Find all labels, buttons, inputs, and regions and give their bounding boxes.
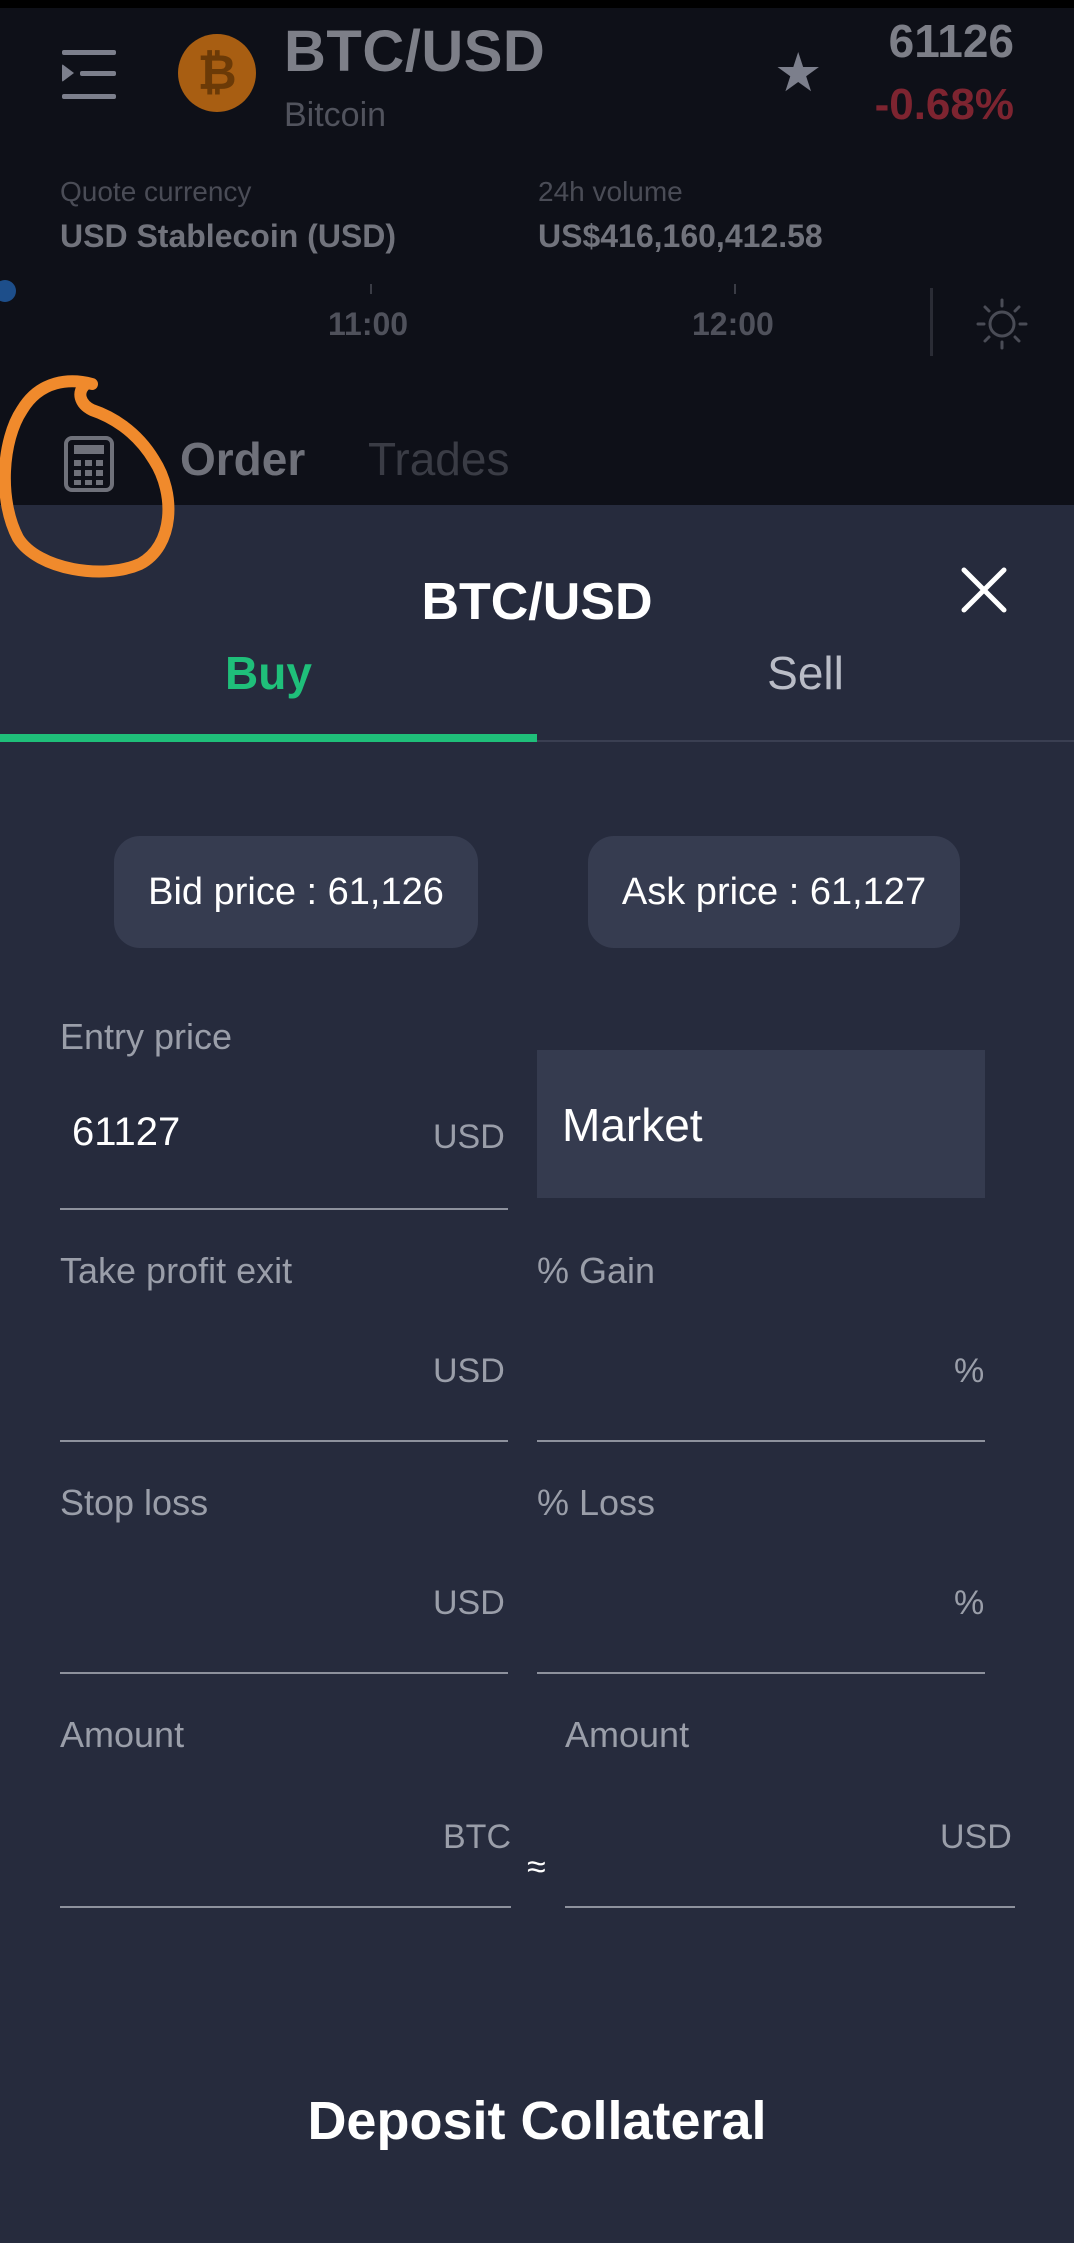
chart-time-label: 11:00: [328, 306, 409, 342]
price-change: -0.68%: [874, 80, 1014, 129]
close-icon[interactable]: [956, 562, 1012, 618]
gain-label: % Gain: [537, 1250, 656, 1291]
loss-unit: %: [954, 1584, 985, 1622]
stop-loss-unit: USD: [433, 1584, 505, 1622]
deposit-collateral-button[interactable]: Deposit Collateral: [0, 2090, 1074, 2152]
entry-price-unit: USD: [433, 1118, 505, 1156]
chart-time-label: 12:00: [692, 306, 774, 342]
chart-divider: [930, 288, 933, 356]
coin-name: Bitcoin: [284, 96, 387, 134]
tab-buy[interactable]: Buy: [0, 646, 537, 700]
take-profit-input[interactable]: [60, 1440, 508, 1442]
loss-label: % Loss: [537, 1482, 656, 1523]
gain-input[interactable]: [537, 1440, 985, 1442]
entry-price-underline: [60, 1208, 508, 1210]
amount-usd-label: Amount: [565, 1714, 690, 1755]
annotation-circle: [0, 375, 175, 578]
status-strip: [0, 0, 1074, 8]
bitcoin-logo-icon: ₿: [178, 34, 256, 112]
quote-currency-value: USD Stablecoin (USD): [60, 218, 397, 254]
tab-trades[interactable]: Trades: [368, 432, 509, 486]
amount-btc-unit: BTC: [443, 1818, 511, 1856]
stop-loss-label: Stop loss: [60, 1482, 209, 1523]
amount-usd-input[interactable]: [565, 1906, 1015, 1908]
amount-usd-unit: USD: [940, 1818, 1012, 1856]
order-sheet: [0, 505, 1074, 2243]
favorite-star-icon[interactable]: ★: [774, 46, 828, 100]
amount-btc-input[interactable]: [60, 1906, 511, 1908]
chart-tick: [370, 284, 372, 294]
stop-loss-input[interactable]: [60, 1672, 508, 1674]
entry-price-label: Entry price: [60, 1016, 233, 1057]
loss-input[interactable]: [537, 1672, 985, 1674]
take-profit-label: Take profit exit: [60, 1250, 293, 1291]
menu-icon[interactable]: [62, 44, 118, 104]
take-profit-unit: USD: [433, 1352, 505, 1390]
order-type-value[interactable]: Market: [562, 1098, 703, 1152]
tab-order[interactable]: Order: [180, 432, 305, 486]
last-price: 61126: [888, 15, 1014, 67]
tab-sell[interactable]: Sell: [537, 646, 1074, 700]
gain-unit: %: [954, 1352, 985, 1390]
amount-btc-label: Amount: [60, 1714, 185, 1755]
ask-price-badge[interactable]: Ask price : 61,127: [588, 836, 960, 948]
tab-divider: [537, 740, 1074, 742]
volume-value: US$416,160,412.58: [538, 218, 823, 254]
pair-title: BTC/USD: [284, 19, 546, 84]
theme-sun-icon[interactable]: [976, 298, 1028, 350]
chart-tick: [734, 284, 736, 294]
approx-symbol: ≈: [527, 1848, 546, 1886]
volume-label: 24h volume: [538, 176, 683, 207]
quote-currency-label: Quote currency: [60, 176, 252, 207]
entry-price-input[interactable]: 61127: [72, 1110, 180, 1155]
bid-price-badge[interactable]: Bid price : 61,126: [114, 836, 478, 948]
active-tab-indicator: [0, 734, 537, 742]
